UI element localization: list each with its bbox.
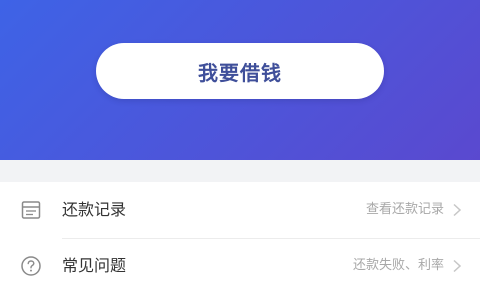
menu-item-hint: 查看还款记录 xyxy=(365,202,444,217)
calendar-record-icon xyxy=(21,201,41,219)
menu-item-repayment-records[interactable]: 还款记录 查看还款记录 xyxy=(0,182,480,239)
menu-list: 还款记录 查看还款记录 常见问题 还款失败、利率 xyxy=(0,182,480,300)
section-gap xyxy=(0,160,480,182)
question-circle-icon xyxy=(21,256,41,276)
menu-item-hint: 还款失败、利率 xyxy=(352,258,444,273)
menu-item-label: 常见问题 xyxy=(62,256,127,275)
hero-banner: 我要借钱 xyxy=(0,0,480,160)
app-screen: 我要借钱 还款记录 查看还款记录 常见问题 还款失败、利率 xyxy=(0,0,480,300)
chevron-right-icon xyxy=(453,259,462,273)
borrow-money-button[interactable]: 我要借钱 xyxy=(96,43,384,99)
menu-item-label: 还款记录 xyxy=(62,200,127,219)
chevron-right-icon xyxy=(453,203,462,217)
menu-item-faq[interactable]: 常见问题 还款失败、利率 xyxy=(0,238,480,294)
borrow-money-button-label: 我要借钱 xyxy=(198,60,282,85)
